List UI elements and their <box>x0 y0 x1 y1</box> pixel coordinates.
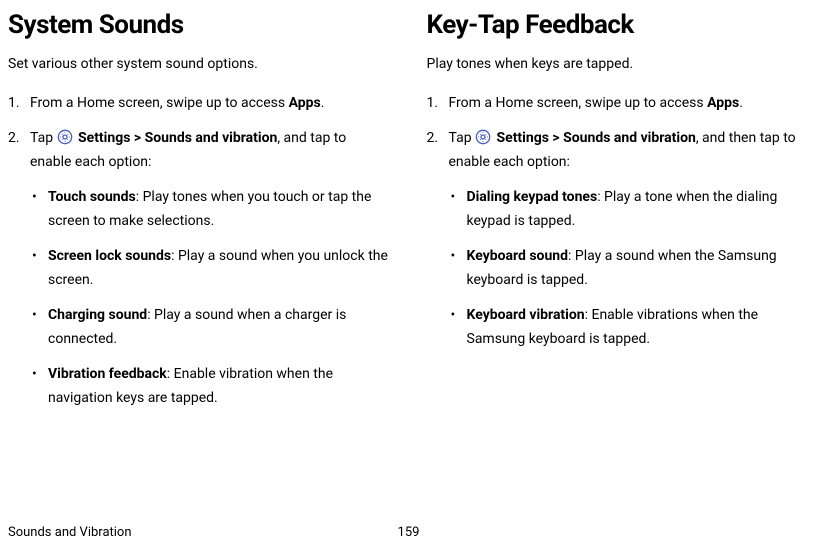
gt-separator: > <box>130 130 144 146</box>
step-1: From a Home screen, swipe up to access A… <box>8 91 391 116</box>
key-tap-heading: Key-Tap Feedback <box>427 10 810 40</box>
step-1: From a Home screen, swipe up to access A… <box>427 91 810 116</box>
step-2: Tap Settings > Sounds and vibration, and… <box>8 126 391 411</box>
list-item: Screen lock sounds: Play a sound when yo… <box>30 244 391 293</box>
list-item: Keyboard vibration: Enable vibrations wh… <box>449 303 810 352</box>
option-title: Charging sound <box>48 307 147 323</box>
list-item: Dialing keypad tones: Play a tone when t… <box>449 185 810 234</box>
system-sounds-heading: System Sounds <box>8 10 391 40</box>
settings-label: Settings <box>78 130 130 146</box>
footer-page-number: 159 <box>398 525 420 540</box>
option-title: Keyboard sound <box>467 248 569 264</box>
sounds-vibration-label: Sounds and vibration <box>145 130 278 146</box>
step-1-text: From a Home screen, swipe up to access <box>449 95 708 111</box>
settings-icon <box>475 129 491 145</box>
gt-separator: > <box>549 130 563 146</box>
option-title: Vibration feedback <box>48 366 167 382</box>
step-2: Tap Settings > Sounds and vibration, and… <box>427 126 810 352</box>
step-1-suffix: . <box>739 95 743 111</box>
key-tap-options: Dialing keypad tones: Play a tone when t… <box>449 185 810 352</box>
key-tap-intro: Play tones when keys are tapped. <box>427 54 810 75</box>
settings-icon <box>57 129 73 145</box>
option-title: Keyboard vibration <box>467 307 585 323</box>
sounds-vibration-label: Sounds and vibration <box>563 130 696 146</box>
list-item: Keyboard sound: Play a sound when the Sa… <box>449 244 810 293</box>
system-sounds-steps: From a Home screen, swipe up to access A… <box>8 91 391 411</box>
apps-label: Apps <box>707 95 739 111</box>
list-item: Vibration feedback: Enable vibration whe… <box>30 362 391 411</box>
settings-label: Settings <box>497 130 549 146</box>
system-sounds-options: Touch sounds: Play tones when you touch … <box>30 185 391 411</box>
option-title: Screen lock sounds <box>48 248 171 264</box>
key-tap-steps: From a Home screen, swipe up to access A… <box>427 91 810 352</box>
step-2-prefix: Tap <box>449 130 476 146</box>
list-item: Touch sounds: Play tones when you touch … <box>30 185 391 234</box>
step-2-prefix: Tap <box>30 130 57 146</box>
right-column: Key-Tap Feedback Play tones when keys ar… <box>427 10 810 421</box>
step-1-suffix: . <box>321 95 325 111</box>
left-column: System Sounds Set various other system s… <box>8 10 391 421</box>
page-footer: Sounds and Vibration 159 <box>8 525 809 540</box>
option-title: Touch sounds <box>48 189 136 205</box>
list-item: Charging sound: Play a sound when a char… <box>30 303 391 352</box>
step-1-text: From a Home screen, swipe up to access <box>30 95 289 111</box>
system-sounds-intro: Set various other system sound options. <box>8 54 391 75</box>
option-title: Dialing keypad tones <box>467 189 598 205</box>
apps-label: Apps <box>289 95 321 111</box>
